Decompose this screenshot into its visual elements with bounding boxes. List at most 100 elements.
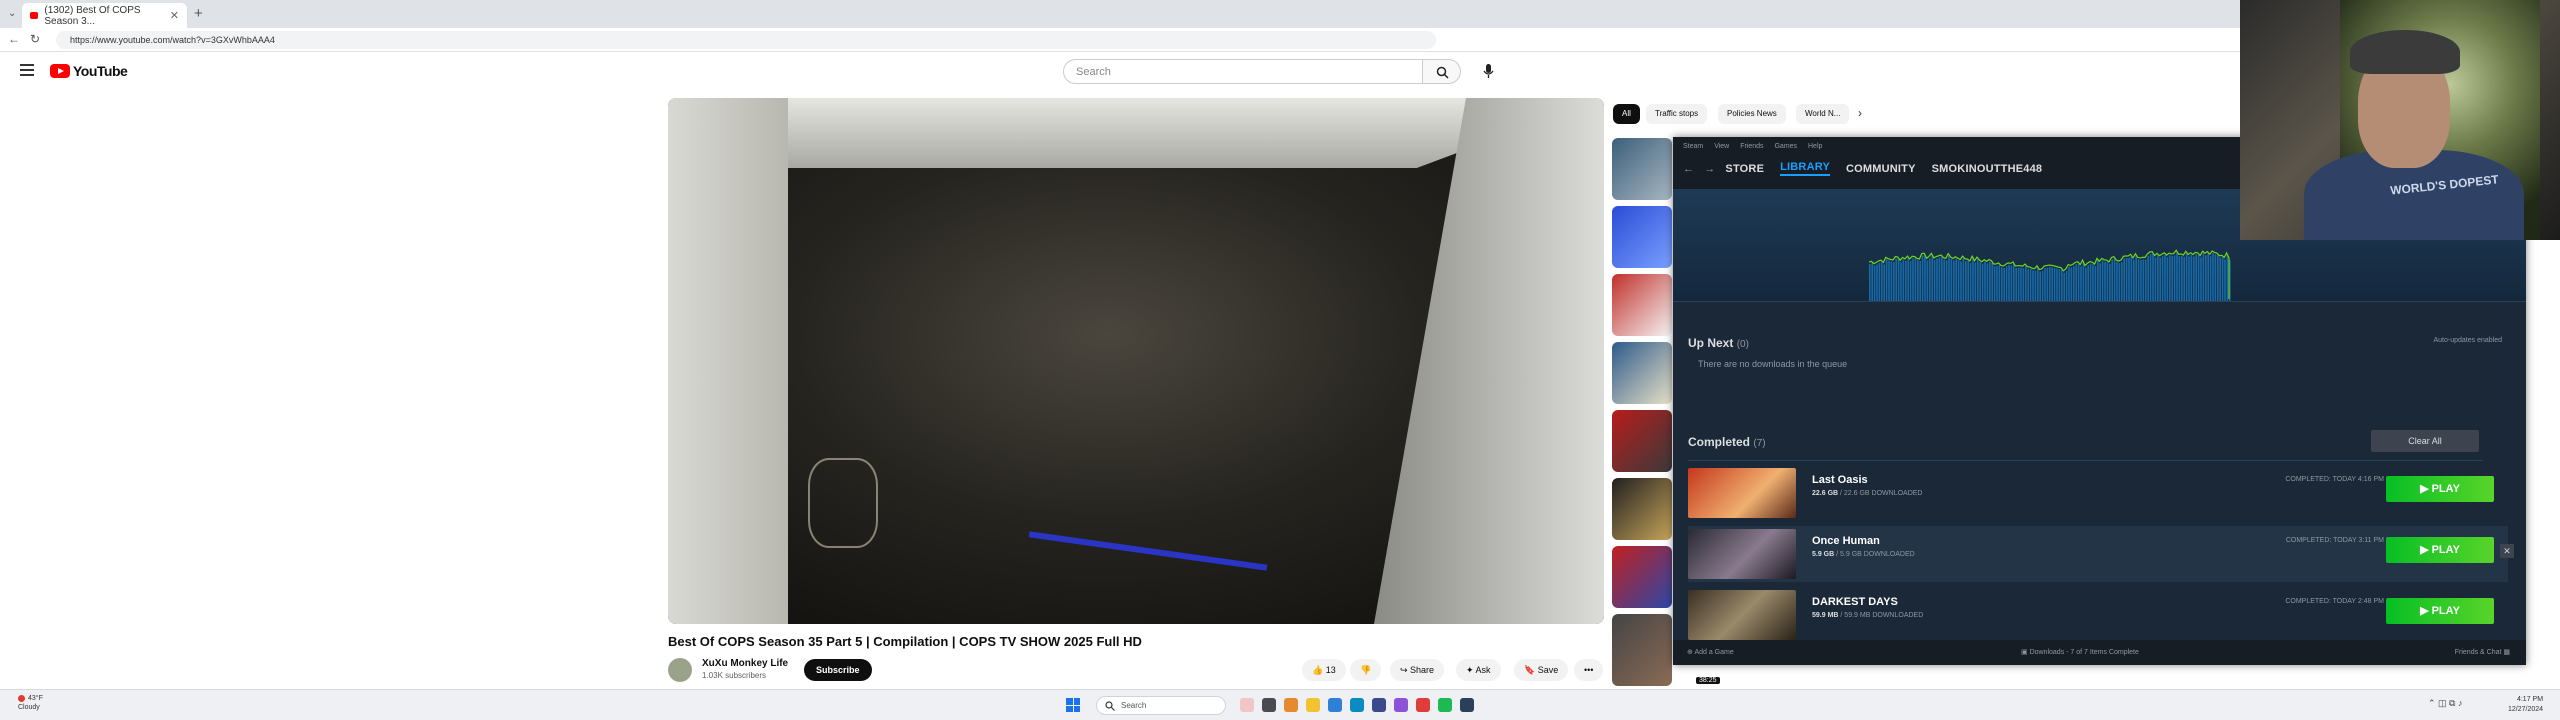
recommended-thumbnail[interactable] <box>1612 206 1672 268</box>
steam-menu-steam[interactable]: Steam <box>1683 143 1703 150</box>
graph-bar <box>2113 258 2116 301</box>
dislike-button[interactable]: 👎 <box>1350 659 1382 681</box>
graph-bar <box>2159 257 2161 301</box>
recommended-thumbnail[interactable] <box>1612 342 1672 404</box>
queue-empty-message: There are no downloads in the queue <box>1698 359 1848 369</box>
weather-desc: Cloudy <box>18 704 40 711</box>
reload-icon[interactable]: ↻ <box>30 32 40 46</box>
browser-tab[interactable]: (1302) Best Of COPS Season 3... ✕ <box>22 3 187 28</box>
graph-bar <box>1876 264 1878 301</box>
voice-search-button[interactable] <box>1477 60 1500 83</box>
save-button[interactable]: 🔖 Save <box>1514 659 1569 681</box>
taskbar-app-icon[interactable] <box>1394 698 1408 712</box>
download-row[interactable]: DARKEST DAYS 59.9 MB / 59.9 MB DOWNLOADE… <box>1688 587 2508 643</box>
taskbar-app-icon[interactable] <box>1372 698 1386 712</box>
back-icon[interactable]: ← <box>8 32 20 46</box>
hamburger-menu-icon[interactable] <box>20 64 34 79</box>
taskbar-clock[interactable]: 4:17 PM 12/27/2024 <box>2508 695 2543 715</box>
steam-menu-help[interactable]: Help <box>1808 143 1822 150</box>
ask-button[interactable]: ✦ Ask <box>1456 659 1501 681</box>
new-tab-icon[interactable]: + <box>194 5 203 22</box>
chip-traffic-stops[interactable]: Traffic stops <box>1646 104 1708 124</box>
windows-taskbar: 43°F Cloudy Search ⌃ ◫ ⧉ ♪ 4:17 PM 12/27… <box>0 689 2560 720</box>
video-player[interactable] <box>668 98 1604 624</box>
graph-bar <box>2221 257 2224 301</box>
downloads-status[interactable]: ▣ Downloads - 7 of 7 Items Complete <box>2021 648 2139 656</box>
weather-widget[interactable]: 43°F Cloudy <box>18 694 43 712</box>
graph-bar <box>2169 255 2171 301</box>
taskbar-app-icon[interactable] <box>1416 698 1430 712</box>
steam-nav-library[interactable]: LIBRARY <box>1780 161 1830 176</box>
more-actions-button[interactable]: ••• <box>1574 659 1604 681</box>
game-downloaded-amount: 59.9 MB <box>1812 612 1839 619</box>
play-button[interactable]: ▶ PLAY <box>2386 476 2494 502</box>
close-tab-icon[interactable]: ✕ <box>170 9 179 22</box>
recommended-thumbnail[interactable] <box>1612 546 1672 608</box>
graph-bar <box>1936 258 1938 301</box>
chip-world-news[interactable]: World N... <box>1796 104 1850 124</box>
graph-bar <box>1878 262 1881 301</box>
download-row[interactable]: Once Human 5.9 GB / 5.9 GB DOWNLOADED CO… <box>1688 526 2514 582</box>
channel-avatar[interactable] <box>668 658 692 682</box>
completed-count: (7) <box>1753 438 1766 449</box>
thumbs-up-icon: 👍 <box>1312 665 1326 675</box>
youtube-logo[interactable]: YouTube <box>50 63 128 79</box>
graph-bar <box>1888 260 1890 301</box>
add-game-button[interactable]: ⊕ Add a Game <box>1687 648 1734 656</box>
search-input[interactable]: Search <box>1063 59 1423 84</box>
play-button[interactable]: ▶ PLAY <box>2386 537 2494 563</box>
download-row[interactable]: Last Oasis 22.6 GB / 22.6 GB DOWNLOADED … <box>1688 465 2508 521</box>
steam-icon[interactable] <box>1460 698 1474 712</box>
like-button[interactable]: 👍 13 <box>1302 659 1346 681</box>
graph-bar <box>2039 271 2041 301</box>
tab-list-chevron-icon[interactable]: ⌄ <box>8 8 16 19</box>
recommended-thumbnail[interactable] <box>1612 274 1672 336</box>
graph-bar <box>1881 262 1883 301</box>
taskbar-app-icon[interactable] <box>1284 698 1298 712</box>
steam-menu-games[interactable]: Games <box>1774 143 1797 150</box>
channel-name[interactable]: XuXu Monkey Life <box>702 658 788 669</box>
taskbar-app-icon[interactable] <box>1262 698 1276 712</box>
friends-chat-label: Friends & Chat <box>2454 649 2502 656</box>
graph-bar <box>2097 260 2099 301</box>
graph-bar <box>1953 260 1955 301</box>
taskbar-search[interactable]: Search <box>1096 696 1226 715</box>
downloads-status-label: Downloads - 7 of 7 Items Complete <box>2029 649 2139 656</box>
edge-browser-icon[interactable] <box>1350 698 1364 712</box>
system-tray[interactable]: ⌃ ◫ ⧉ ♪ <box>2428 698 2462 709</box>
steam-nav-profile[interactable]: SMOKINOUTTHE448 <box>1932 163 2043 175</box>
remove-download-icon[interactable]: ✕ <box>2500 544 2514 558</box>
file-explorer-icon[interactable] <box>1306 698 1320 712</box>
steam-forward-icon[interactable]: → <box>1704 163 1715 175</box>
recommended-thumbnail[interactable] <box>1612 410 1672 472</box>
chips-next-chevron-icon[interactable]: › <box>1858 106 1862 120</box>
graph-bar <box>1893 261 1895 301</box>
graph-bar <box>2161 256 2164 301</box>
taskbar-app-icon[interactable] <box>1240 698 1254 712</box>
chip-policies-news[interactable]: Policies News <box>1718 104 1786 124</box>
recommended-thumbnail[interactable] <box>1612 138 1672 200</box>
taskbar-app-icon[interactable] <box>1328 698 1342 712</box>
steam-menu-view[interactable]: View <box>1714 143 1729 150</box>
url-field[interactable]: https://www.youtube.com/watch?v=3GXvWhbA… <box>56 31 1436 49</box>
friends-chat-button[interactable]: Friends & Chat ▦ <box>2455 648 2510 656</box>
play-button[interactable]: ▶ PLAY <box>2386 598 2494 624</box>
steam-nav-store[interactable]: STORE <box>1725 163 1764 175</box>
share-button[interactable]: ↪ Share <box>1390 659 1445 681</box>
steam-back-icon[interactable]: ← <box>1683 163 1694 175</box>
youtube-wordmark: YouTube <box>73 63 128 79</box>
spotify-icon[interactable] <box>1438 698 1452 712</box>
recommended-thumbnail[interactable]: 38:25 <box>1612 614 1720 686</box>
graph-bar <box>1989 261 1991 301</box>
chip-all[interactable]: All <box>1613 104 1640 124</box>
search-button[interactable] <box>1423 59 1461 84</box>
subscribe-button[interactable]: Subscribe <box>804 659 872 681</box>
windows-start-icon[interactable] <box>1066 698 1080 712</box>
recommended-thumbnail[interactable] <box>1612 478 1672 540</box>
clear-all-button[interactable]: Clear All <box>2371 430 2479 452</box>
thumbnail-duration: 38:25 <box>1696 677 1720 684</box>
bookmark-icon: 🔖 <box>1524 665 1538 675</box>
steam-nav-community[interactable]: COMMUNITY <box>1846 163 1916 175</box>
steam-menu-friends[interactable]: Friends <box>1740 143 1763 150</box>
auto-updates-status[interactable]: Auto-updates enabled <box>2434 337 2503 344</box>
